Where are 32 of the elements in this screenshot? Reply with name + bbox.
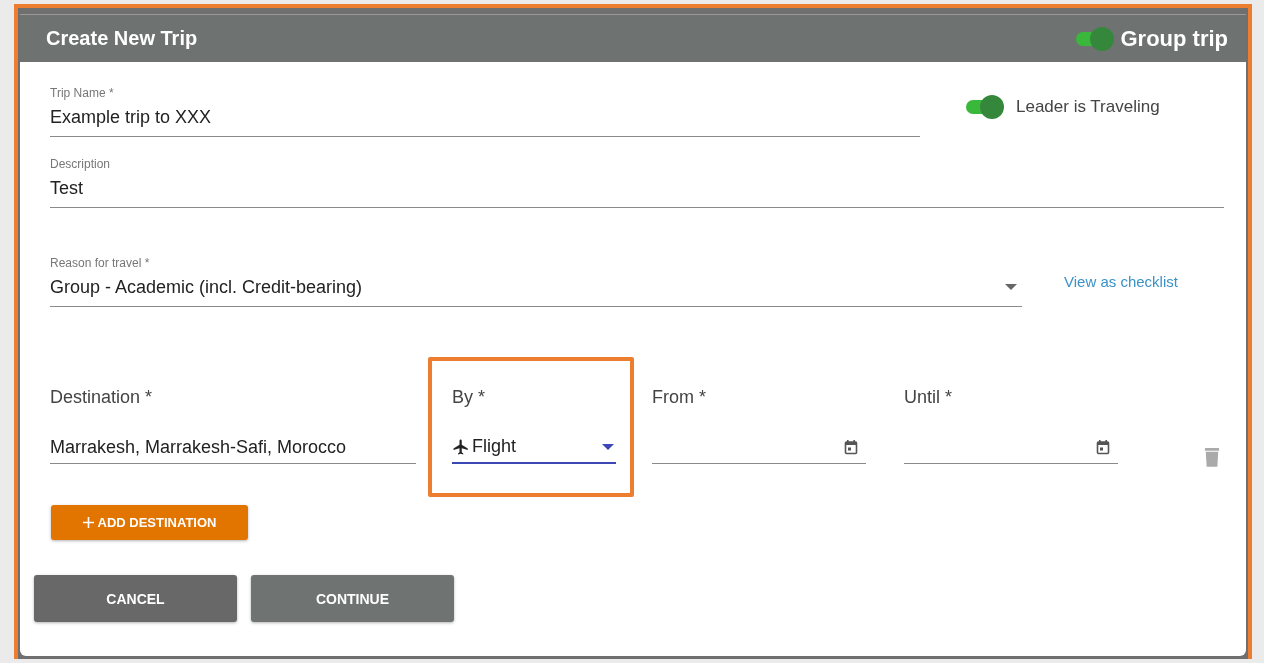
destination-field[interactable]: Marrakesh, Marrakesh-Safi, Morocco — [50, 431, 416, 464]
view-checklist-link[interactable]: View as checklist — [1064, 273, 1178, 290]
trash-icon[interactable] — [1204, 445, 1220, 469]
dropdown-caret-icon[interactable] — [1005, 284, 1017, 290]
cancel-button[interactable]: CANCEL — [34, 575, 237, 622]
description-field[interactable]: Description Test — [50, 157, 1224, 208]
field-label: Reason for travel * — [50, 256, 151, 270]
toggle-switch[interactable] — [1074, 26, 1115, 51]
reason-select[interactable]: Reason for travel * Group - Academic (incl. Credit-bearing) — [50, 256, 1022, 307]
calendar-icon[interactable] — [844, 439, 858, 455]
transport-select[interactable]: Flight — [452, 431, 616, 464]
trip-name-field[interactable]: Trip Name * Example trip to XXX — [50, 86, 920, 137]
field-label: By * — [452, 386, 486, 409]
field-label: From * — [652, 386, 707, 409]
calendar-icon[interactable] — [1096, 439, 1110, 455]
continue-button[interactable]: CONTINUE — [251, 575, 454, 622]
toggle-label: Group trip — [1120, 25, 1228, 52]
transport-value: Flight — [452, 436, 516, 457]
field-label: Description — [50, 157, 112, 171]
airplane-icon — [452, 437, 470, 456]
field-value: Example trip to XXX — [50, 106, 213, 128]
plus-icon — [82, 517, 94, 528]
toggle-switch[interactable] — [964, 94, 1004, 119]
field-label: Until * — [904, 386, 953, 409]
dialog-title: Create New Trip — [46, 27, 198, 50]
toggle-label: Leader is Traveling — [1016, 96, 1160, 117]
dropdown-caret-icon[interactable] — [602, 443, 614, 450]
field-value: Test — [50, 177, 84, 199]
field-label: Destination * — [50, 386, 154, 409]
field-value: Group - Academic (incl. Credit-bearing) — [50, 276, 363, 298]
field-label: Trip Name * — [50, 86, 115, 100]
field-value: Marrakesh, Marrakesh-Safi, Morocco — [50, 436, 347, 458]
